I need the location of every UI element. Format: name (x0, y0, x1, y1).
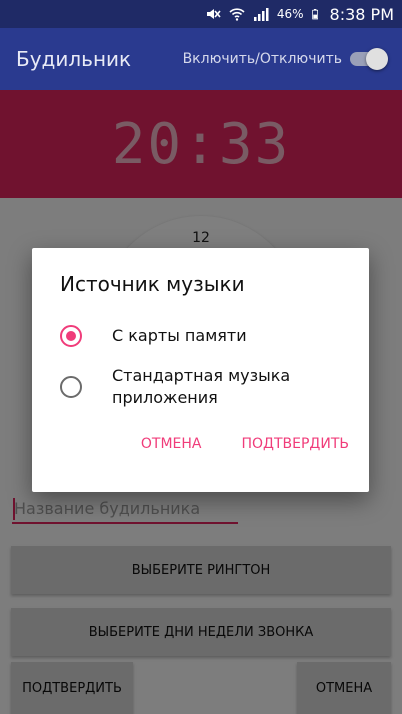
music-source-dialog: Источник музыки С карты памяти Стандартн… (32, 248, 369, 492)
wifi-icon (229, 8, 245, 21)
option-memory-card[interactable]: С карты памяти (60, 318, 360, 354)
option-app-music[interactable]: Стандартная музыка приложения (60, 364, 360, 410)
app-bar: Будильник Включить/Отключить (0, 28, 402, 90)
mute-icon (206, 9, 221, 19)
option-label: С карты памяти (112, 326, 247, 345)
alarm-toggle-label: Включить/Отключить (182, 51, 342, 67)
radio-unchecked-icon[interactable] (60, 376, 82, 398)
battery-percent: 46% (276, 7, 304, 21)
battery-icon (311, 9, 318, 20)
option-label: Стандартная музыка приложения (112, 366, 291, 407)
status-time: 8:38 PM (329, 4, 394, 24)
dialog-cancel-button[interactable]: Отмена (141, 436, 202, 452)
alarm-toggle-switch[interactable] (350, 48, 388, 70)
radio-checked-icon[interactable] (60, 325, 82, 347)
signal-icon (253, 8, 269, 21)
app-title: Будильник (16, 47, 132, 71)
dialog-confirm-button[interactable]: Подтвердить (242, 436, 350, 452)
dialog-title: Источник музыки (60, 272, 245, 296)
dialog-actions: Отмена Подтвердить (141, 436, 349, 452)
status-bar: 46% 8:38 PM (0, 0, 402, 28)
